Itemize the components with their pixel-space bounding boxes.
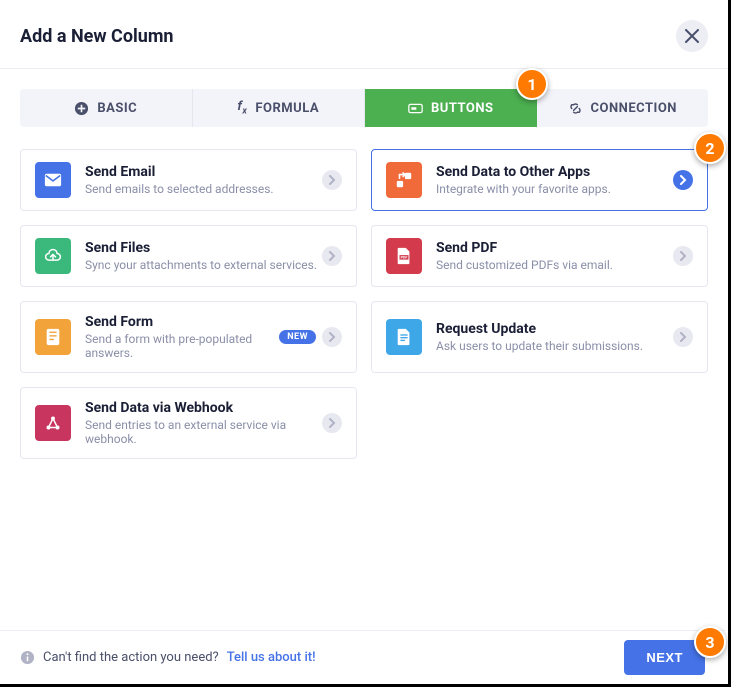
tab-connection[interactable]: CONNECTION	[537, 89, 709, 127]
card-arrow	[673, 327, 693, 347]
card-arrow	[322, 246, 342, 266]
chevron-right-icon	[327, 332, 337, 342]
pdf-icon: PDF	[395, 247, 413, 265]
tab-basic[interactable]: BASIC	[20, 89, 193, 127]
close-icon	[685, 29, 699, 43]
mail-icon	[44, 171, 62, 189]
card-desc: Ask users to update their submissions.	[436, 339, 673, 353]
card-send-data-apps[interactable]: Send Data to Other Apps Integrate with y…	[371, 149, 708, 211]
integration-icon	[395, 171, 413, 189]
card-desc: Send emails to selected addresses.	[85, 182, 322, 196]
card-arrow	[673, 246, 693, 266]
new-badge: NEW	[279, 330, 316, 344]
info-icon	[20, 650, 35, 665]
tab-label: BASIC	[97, 101, 137, 116]
form-icon	[44, 328, 62, 346]
card-title: Send Form	[85, 314, 279, 330]
card-send-webhook[interactable]: Send Data via Webhook Send entries to an…	[20, 387, 357, 459]
card-arrow	[322, 327, 342, 347]
annotation-3: 3	[694, 626, 726, 658]
next-button[interactable]: NEXT	[624, 640, 705, 675]
tab-buttons[interactable]: BUTTONS	[365, 89, 537, 127]
card-title: Send Email	[85, 164, 322, 180]
card-title: Send PDF	[436, 240, 673, 256]
tab-label: BUTTONS	[431, 101, 494, 116]
card-send-email[interactable]: Send Email Send emails to selected addre…	[20, 149, 357, 211]
card-title: Send Files	[85, 240, 322, 256]
card-arrow	[322, 170, 342, 190]
footer-prompt: Can't find the action you need?	[43, 650, 219, 665]
tab-label: FORMULA	[255, 101, 319, 116]
card-arrow	[322, 413, 342, 433]
card-request-update[interactable]: Request Update Ask users to update their…	[371, 301, 708, 373]
card-send-form[interactable]: Send Form Send a form with pre-populated…	[20, 301, 357, 373]
card-arrow	[673, 170, 693, 190]
tab-label: CONNECTION	[591, 101, 677, 116]
page-title: Add a New Column	[20, 26, 174, 47]
chevron-right-icon	[327, 175, 337, 185]
card-desc: Integrate with your favorite apps.	[436, 182, 673, 196]
webhook-icon	[44, 414, 62, 432]
card-send-files[interactable]: Send Files Sync your attachments to exte…	[20, 225, 357, 287]
annotation-2: 2	[694, 132, 726, 164]
card-send-pdf[interactable]: PDF Send PDF Send customized PDFs via em…	[371, 225, 708, 287]
link-icon	[568, 101, 583, 116]
card-title: Send Data to Other Apps	[436, 164, 673, 180]
tab-formula[interactable]: fx FORMULA	[193, 89, 366, 127]
svg-text:PDF: PDF	[401, 256, 408, 260]
chevron-right-icon	[678, 251, 688, 261]
document-icon	[395, 328, 413, 346]
chevron-right-icon	[678, 332, 688, 342]
chevron-right-icon	[327, 418, 337, 428]
card-title: Send Data via Webhook	[85, 400, 322, 416]
chevron-right-icon	[327, 251, 337, 261]
close-button[interactable]	[676, 20, 708, 52]
plus-circle-icon	[74, 101, 89, 116]
card-desc: Sync your attachments to external servic…	[85, 258, 322, 272]
fx-icon: fx	[237, 99, 247, 117]
chevron-right-icon	[678, 175, 688, 185]
card-desc: Send customized PDFs via email.	[436, 258, 673, 272]
card-desc: Send a form with pre-populated answers.	[85, 332, 279, 360]
annotation-1: 1	[516, 68, 548, 100]
tab-bar: BASIC fx FORMULA BUTTONS CONNECTION	[20, 89, 708, 127]
button-icon	[408, 101, 423, 116]
card-desc: Send entries to an external service via …	[85, 418, 322, 446]
card-title: Request Update	[436, 321, 673, 337]
cloud-upload-icon	[44, 247, 62, 265]
footer-link[interactable]: Tell us about it!	[227, 650, 316, 665]
